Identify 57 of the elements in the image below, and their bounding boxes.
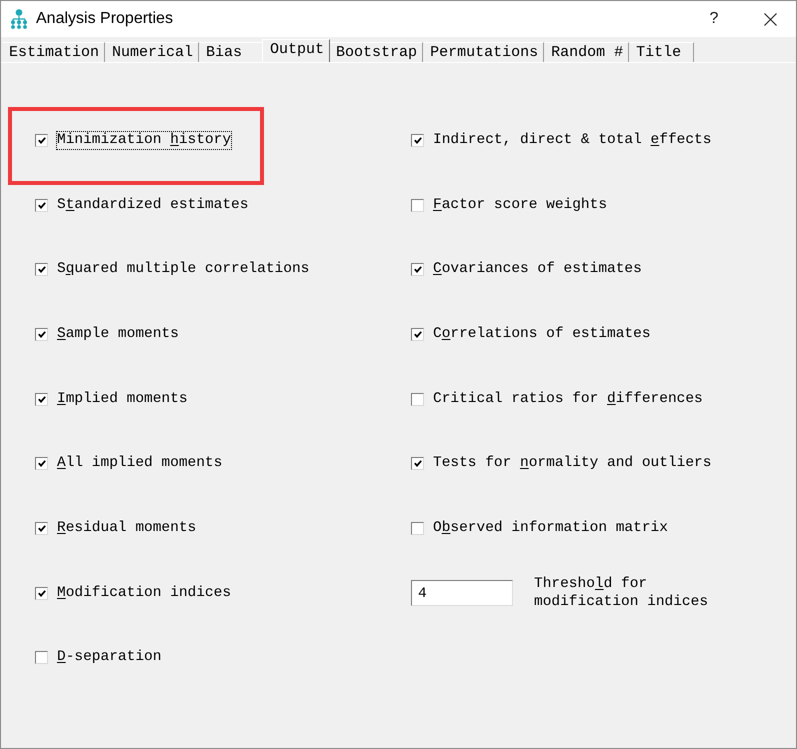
checkbox[interactable] — [411, 522, 424, 535]
option-label[interactable]: Modification indices — [56, 584, 232, 603]
checkbox[interactable] — [35, 522, 48, 535]
option-label[interactable]: Sample moments — [56, 324, 180, 344]
option-label[interactable]: Standardized estimates — [56, 196, 250, 215]
checkmark-icon — [38, 396, 46, 403]
option-label[interactable]: Factor score weights — [432, 196, 608, 215]
checkmark-icon — [38, 266, 46, 274]
option-label[interactable]: Squared multiple correlations — [56, 260, 310, 280]
checkbox[interactable] — [35, 457, 48, 470]
field-label: Threshold for modification indices — [534, 575, 710, 612]
window-title: Analysis Properties — [36, 10, 173, 28]
checkbox[interactable] — [35, 586, 48, 600]
option-label[interactable]: Tests for normality and outliers — [432, 454, 712, 474]
option-label[interactable]: Correlations of estimates — [432, 324, 652, 344]
help-button[interactable]: ? — [704, 5, 724, 33]
option-label[interactable]: Implied moments — [56, 390, 189, 409]
checkmark-icon — [38, 330, 46, 338]
tab[interactable]: Title — [629, 42, 694, 62]
tab[interactable]: Estimation — [2, 42, 106, 62]
checkmark-icon — [414, 136, 422, 144]
option-label[interactable]: Covariances of estimates — [432, 260, 643, 280]
tab[interactable]: Bootstrap — [329, 42, 424, 62]
close-icon — [764, 12, 777, 26]
tab[interactable]: Output — [262, 39, 330, 62]
checkbox[interactable] — [35, 198, 48, 212]
option-label[interactable]: All implied moments — [56, 454, 224, 474]
checkmark-icon — [38, 460, 46, 468]
checkmark-icon — [414, 460, 422, 468]
checkmark-icon — [38, 202, 46, 209]
checkbox[interactable] — [411, 457, 424, 470]
checkbox[interactable] — [35, 392, 48, 406]
checkmark-icon — [38, 590, 46, 597]
option-label[interactable]: Observed information matrix — [432, 518, 669, 538]
checkmark-icon — [414, 266, 422, 274]
option-label[interactable]: Minimization history — [56, 130, 232, 150]
checkbox[interactable] — [35, 651, 48, 664]
checkbox[interactable] — [411, 328, 424, 341]
hierarchy-icon — [10, 9, 28, 29]
checkbox[interactable] — [411, 134, 424, 147]
checkbox[interactable] — [411, 263, 424, 276]
tab[interactable]: Random # — [544, 42, 630, 62]
option-label[interactable]: Indirect, direct & total effects — [432, 130, 712, 150]
tab[interactable]: Permutations — [423, 42, 544, 62]
checkbox[interactable] — [35, 328, 48, 341]
option-label[interactable]: D-separation — [56, 648, 162, 668]
checkmark-icon — [38, 136, 46, 144]
option-label[interactable]: Critical ratios for differences — [432, 390, 704, 409]
option-label[interactable]: Residual moments — [56, 518, 198, 538]
checkbox[interactable] — [411, 392, 424, 406]
checkbox[interactable] — [411, 198, 424, 212]
checkbox[interactable] — [35, 263, 48, 276]
number-input[interactable]: 4 — [411, 580, 513, 606]
checkmark-icon — [38, 524, 46, 532]
checkmark-icon — [414, 330, 422, 338]
tab[interactable]: Numerical — [105, 42, 200, 62]
checkbox[interactable] — [35, 134, 48, 147]
